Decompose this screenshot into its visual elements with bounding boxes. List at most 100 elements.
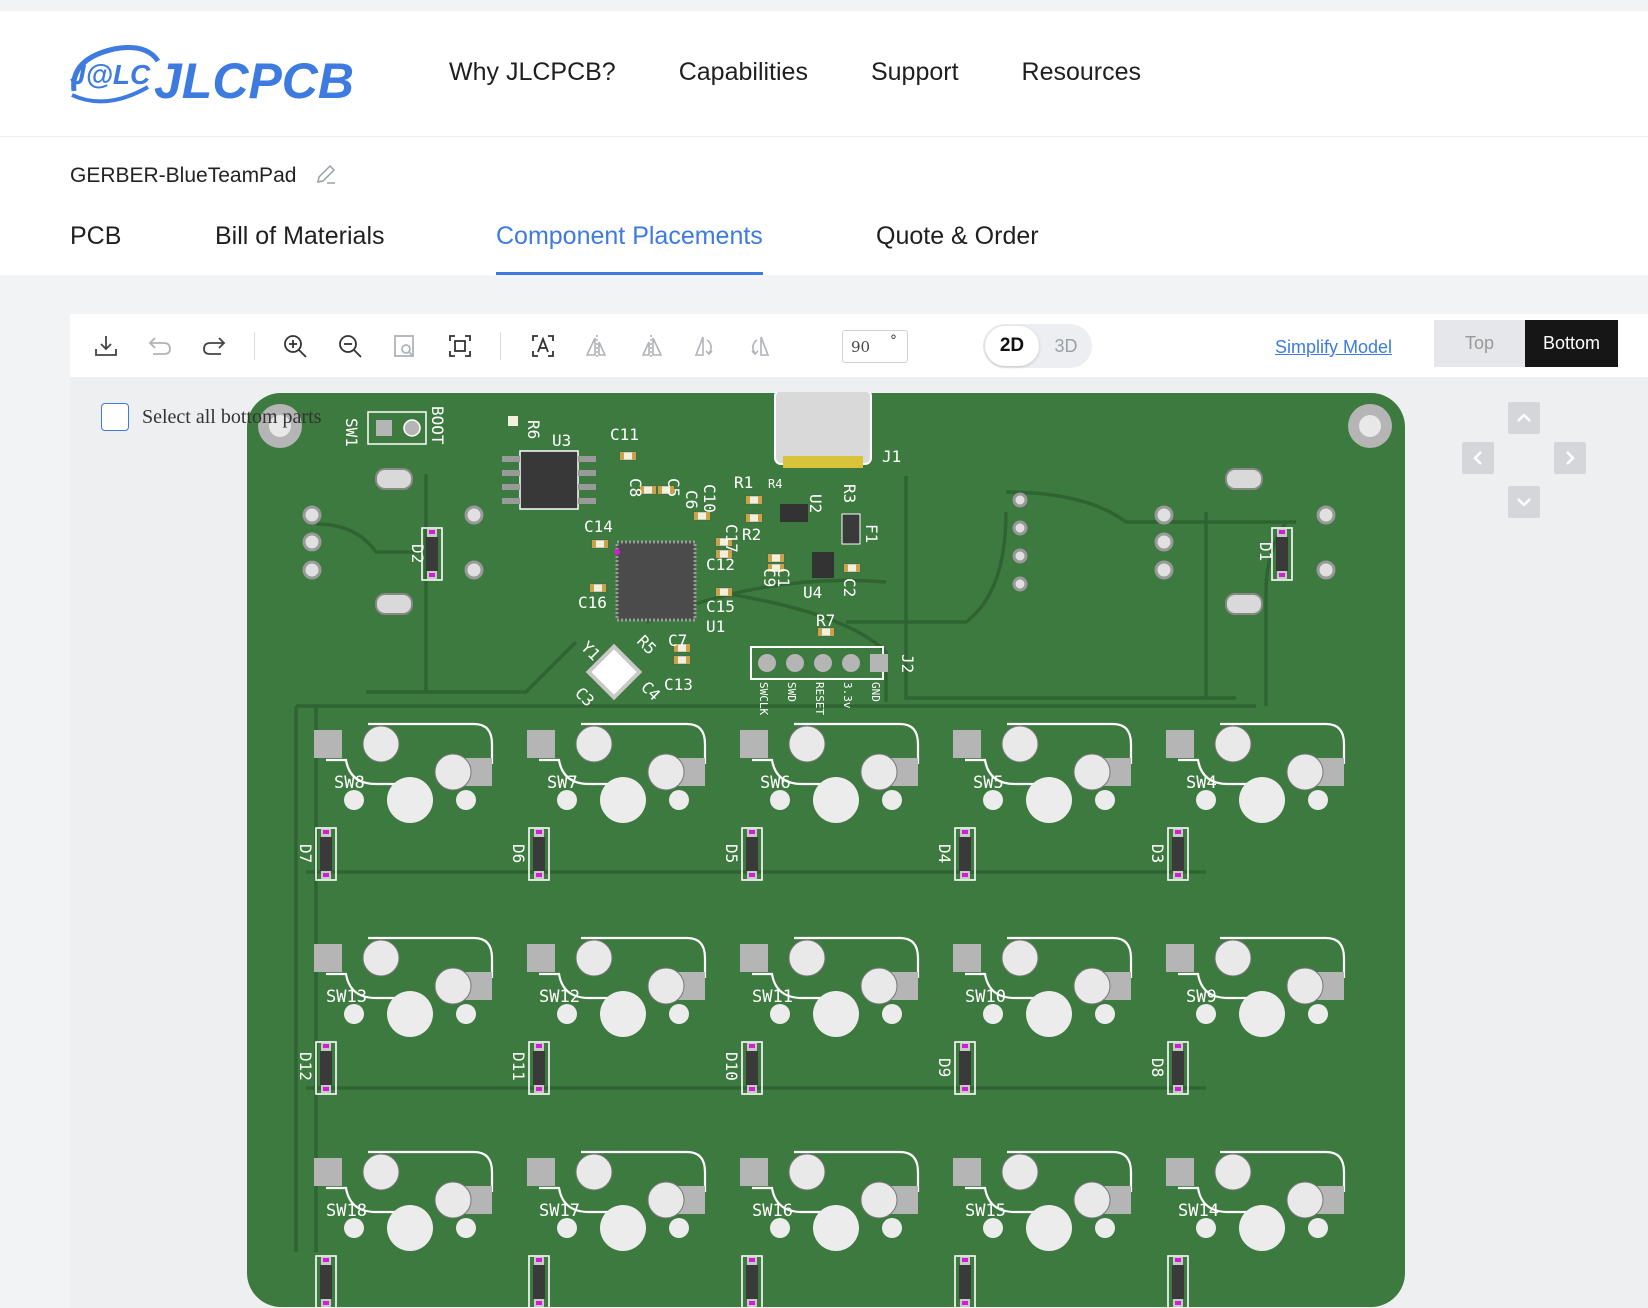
silk-r4: R4 xyxy=(768,477,782,491)
silk-d3: D3 xyxy=(1148,844,1167,863)
silk-sw7: SW7 xyxy=(547,773,578,793)
silk-d10: D10 xyxy=(722,1052,741,1081)
j2-pin-swd: SWD xyxy=(785,682,798,702)
silk-d7: D7 xyxy=(296,844,315,863)
silk-sw12: SW12 xyxy=(539,987,580,1007)
silk-d9: D9 xyxy=(935,1058,954,1077)
angle-value: 90 xyxy=(851,338,871,356)
silk-c6: C6 xyxy=(682,490,701,509)
zoom-in-icon[interactable] xyxy=(280,331,310,361)
silk-sw17: SW17 xyxy=(539,1201,580,1221)
auto-text-icon[interactable] xyxy=(528,331,558,361)
select-all-label: Select all bottom parts xyxy=(142,406,322,428)
redo-icon[interactable] xyxy=(199,331,229,361)
silk-c16: C16 xyxy=(578,593,607,612)
view-mode-toggle: 2D 3D xyxy=(983,324,1092,368)
silk-c2: C2 xyxy=(840,578,859,597)
side-bottom-button[interactable]: Bottom xyxy=(1525,320,1618,367)
silk-r7: R7 xyxy=(816,611,835,630)
zoom-out-icon[interactable] xyxy=(335,331,365,361)
undo-icon[interactable] xyxy=(145,331,175,361)
silk-c8: C8 xyxy=(626,478,645,497)
tab-quote-order[interactable]: Quote & Order xyxy=(876,222,1039,275)
nav-support[interactable]: Support xyxy=(871,58,959,87)
silk-c5: C5 xyxy=(664,478,683,497)
silk-sw5: SW5 xyxy=(973,773,1004,793)
pan-right-icon[interactable] xyxy=(1554,442,1586,474)
main-nav: Why JLCPCB? Capabilities Support Resourc… xyxy=(449,58,1204,87)
angle-unit: ° xyxy=(890,333,897,349)
tab-bill-of-materials[interactable]: Bill of Materials xyxy=(215,222,385,275)
logo-badge-text: J@LC xyxy=(70,59,151,90)
pan-down-icon[interactable] xyxy=(1508,486,1540,518)
silk-c11: C11 xyxy=(610,425,639,444)
silk-r1: R1 xyxy=(734,473,753,492)
flip-vertical-icon[interactable] xyxy=(636,331,666,361)
zoom-area-icon[interactable] xyxy=(390,331,420,361)
silk-sw4: SW4 xyxy=(1186,773,1217,793)
silk-u1: U1 xyxy=(706,617,725,636)
silk-sw16: SW16 xyxy=(752,1201,793,1221)
silk-d8: D8 xyxy=(1148,1058,1167,1077)
j2-pin-reset: RESET xyxy=(813,682,826,715)
jlcpcb-logo[interactable]: J@LC JLCPCB xyxy=(66,39,366,119)
silk-sw8: SW8 xyxy=(334,773,365,793)
nav-capabilities[interactable]: Capabilities xyxy=(679,58,808,87)
rotate-ccw-icon[interactable] xyxy=(690,331,720,361)
viewer-toolbar: 90 ° 2D 3D Simplify Model Top Bottom xyxy=(70,314,1648,377)
j2-pin-3v3: 3.3v xyxy=(841,682,854,709)
select-all-checkbox[interactable] xyxy=(101,403,129,431)
silk-u2: U2 xyxy=(806,494,825,513)
silk-u4: U4 xyxy=(803,583,822,602)
edit-pencil-icon[interactable] xyxy=(314,162,338,191)
project-header: GERBER-BlueTeamPad PCB Bill of Materials… xyxy=(0,137,1648,275)
placement-viewer: 90 ° 2D 3D Simplify Model Top Bottom SW1… xyxy=(70,314,1648,1308)
silk-sw10: SW10 xyxy=(965,987,1006,1007)
rotate-cw-icon[interactable] xyxy=(744,331,774,361)
nav-why-jlcpcb[interactable]: Why JLCPCB? xyxy=(449,58,616,87)
silk-c14: C14 xyxy=(584,517,613,536)
nav-resources[interactable]: Resources xyxy=(1022,58,1142,87)
side-top-button[interactable]: Top xyxy=(1434,320,1525,367)
silk-r2: R2 xyxy=(742,525,761,544)
j2-pin-swclk: SWCLK xyxy=(757,682,770,715)
silk-sw14: SW14 xyxy=(1178,1201,1219,1221)
silk-d1: D1 xyxy=(1256,542,1275,561)
view-3d-button[interactable]: 3D xyxy=(1041,326,1091,366)
download-icon[interactable] xyxy=(91,331,121,361)
silk-c13: C13 xyxy=(664,675,693,694)
site-header: J@LC JLCPCB Why JLCPCB? Capabilities Sup… xyxy=(0,11,1648,137)
tab-component-placements[interactable]: Component Placements xyxy=(496,222,763,275)
tab-pcb[interactable]: PCB xyxy=(70,222,121,275)
silk-f1: F1 xyxy=(862,524,881,543)
silk-d2: D2 xyxy=(408,544,427,563)
simplify-model-link[interactable]: Simplify Model xyxy=(1275,337,1392,358)
fit-screen-icon[interactable] xyxy=(445,331,475,361)
silk-u3: U3 xyxy=(552,431,571,450)
flip-horizontal-icon[interactable] xyxy=(582,331,612,361)
silk-sw18: SW18 xyxy=(326,1201,367,1221)
silk-c7: C7 xyxy=(668,631,687,650)
pcb-board[interactable]: SW1 BOOT R6 U3 C11 J1 C8 C5 C6 C10 R1 R4… xyxy=(246,392,1406,1308)
silk-c15: C15 xyxy=(706,597,735,616)
silk-r6: R6 xyxy=(524,420,543,439)
silk-sw6: SW6 xyxy=(760,773,791,793)
silk-sw9: SW9 xyxy=(1186,987,1217,1007)
rotation-angle-input[interactable]: 90 ° xyxy=(842,330,908,363)
pan-left-icon[interactable] xyxy=(1462,442,1494,474)
silk-c1: C1 xyxy=(774,568,793,587)
project-name: GERBER-BlueTeamPad xyxy=(70,164,297,187)
silk-d4: D4 xyxy=(935,844,954,863)
silk-d12: D12 xyxy=(296,1052,315,1081)
silk-d5: D5 xyxy=(722,844,741,863)
silk-j2: J2 xyxy=(898,654,917,673)
view-2d-button[interactable]: 2D xyxy=(985,326,1039,366)
silk-c17: C17 xyxy=(722,524,741,553)
top-strip xyxy=(0,0,1648,11)
silk-j1: J1 xyxy=(882,447,901,466)
silk-sw11: SW11 xyxy=(752,987,793,1007)
pan-up-icon[interactable] xyxy=(1508,402,1540,434)
logo-text: JLCPCB xyxy=(154,53,354,109)
silk-d6: D6 xyxy=(509,844,528,863)
silk-c12: C12 xyxy=(706,555,735,574)
